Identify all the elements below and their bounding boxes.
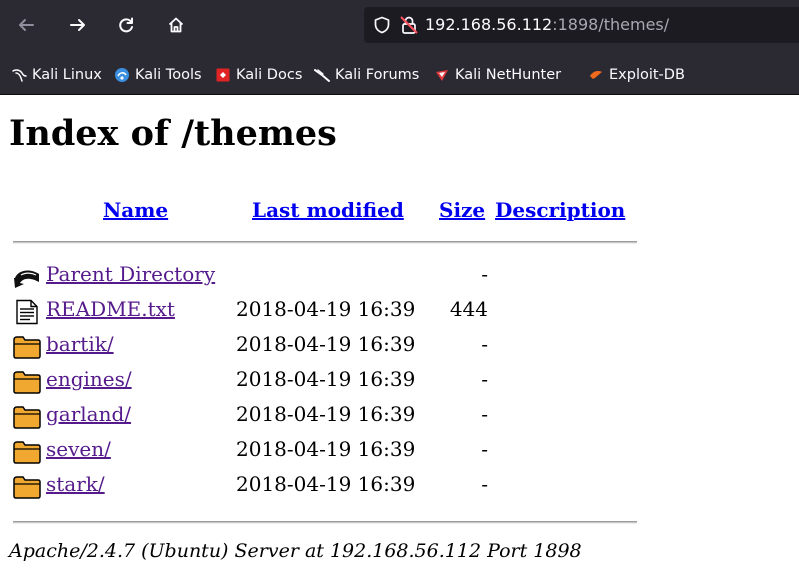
bookmark-kali-tools[interactable]: Kali Tools xyxy=(114,67,202,83)
bookmark-exploit-db[interactable]: Exploit-DB xyxy=(588,67,685,83)
reload-icon xyxy=(119,17,133,33)
bookmark-label: Kali Forums xyxy=(335,67,420,83)
back-button[interactable] xyxy=(11,10,41,40)
folder-icon xyxy=(13,476,41,499)
bookmark-kali-nethunter[interactable]: Kali NetHunter xyxy=(434,67,561,83)
entry-modified: 2018-04-19 16:39 xyxy=(236,437,416,461)
entry-modified: 2018-04-19 16:39 xyxy=(236,402,416,426)
column-header-size[interactable]: Size xyxy=(439,198,485,222)
kali-forums-icon xyxy=(314,69,330,82)
list-item: seven/ 2018-04-19 16:39 - xyxy=(12,437,572,467)
entry-link[interactable]: seven/ xyxy=(46,437,111,461)
folder-icon xyxy=(13,371,41,394)
list-item: engines/ 2018-04-19 16:39 - xyxy=(12,367,572,397)
list-item: garland/ 2018-04-19 16:39 - xyxy=(12,402,572,432)
reload-button[interactable] xyxy=(111,10,141,40)
home-icon xyxy=(168,17,184,33)
entry-modified: 2018-04-19 16:39 xyxy=(236,332,416,356)
url-bar[interactable]: 192.168.56.112:1898/themes/ xyxy=(364,7,799,43)
home-button[interactable] xyxy=(161,10,191,40)
entry-size: 444 xyxy=(449,297,488,321)
bookmarks-toolbar: Kali Linux Kali Tools Kali Docs Kali For… xyxy=(0,60,799,95)
bookmark-kali-docs[interactable]: Kali Docs xyxy=(215,67,302,83)
insecure-lock-icon[interactable] xyxy=(399,15,419,35)
browser-toolbar: 192.168.56.112:1898/themes/ xyxy=(0,0,799,60)
server-signature: Apache/2.4.7 (Ubuntu) Server at 192.168.… xyxy=(9,540,582,562)
folder-icon xyxy=(13,406,41,429)
page-title: Index of /themes xyxy=(9,113,337,154)
kali-tools-icon xyxy=(115,68,129,82)
bookmark-label: Exploit-DB xyxy=(609,67,685,83)
exploit-db-icon xyxy=(590,71,602,79)
entry-modified: 2018-04-19 16:39 xyxy=(236,367,416,391)
entry-link[interactable]: Parent Directory xyxy=(46,262,215,286)
entry-size: - xyxy=(481,332,488,356)
kali-dragon-icon xyxy=(12,69,27,82)
list-item: stark/ 2018-04-19 16:39 - xyxy=(12,472,572,502)
entry-size: - xyxy=(481,367,488,391)
entry-link[interactable]: engines/ xyxy=(46,367,132,391)
tracking-shield-icon[interactable] xyxy=(373,16,391,34)
forward-arrow-icon xyxy=(70,19,85,31)
forward-button[interactable] xyxy=(63,10,93,40)
column-header-description[interactable]: Description xyxy=(495,198,625,222)
entry-link[interactable]: README.txt xyxy=(46,297,175,321)
column-header-name[interactable]: Name xyxy=(103,198,168,222)
kali-nethunter-icon xyxy=(436,70,448,81)
bookmark-label: Kali Tools xyxy=(135,67,202,83)
bookmark-label: Kali Docs xyxy=(236,67,303,83)
list-item: Parent Directory - xyxy=(12,262,572,292)
list-item: bartik/ 2018-04-19 16:39 - xyxy=(12,332,572,362)
bottom-divider xyxy=(13,521,637,524)
folder-icon xyxy=(13,336,41,359)
back-arrow-icon xyxy=(19,19,34,31)
folder-icon xyxy=(13,441,41,464)
entry-link[interactable]: bartik/ xyxy=(46,332,114,356)
column-header-last-modified[interactable]: Last modified xyxy=(252,198,404,222)
entry-modified: 2018-04-19 16:39 xyxy=(236,472,416,496)
text-file-icon xyxy=(16,299,38,325)
bookmark-kali-forums[interactable]: Kali Forums xyxy=(314,67,419,83)
back-arrow-icon xyxy=(14,270,39,288)
kali-docs-icon xyxy=(216,68,230,82)
entry-size: - xyxy=(481,437,488,461)
bookmark-label: Kali NetHunter xyxy=(455,67,562,83)
entry-link[interactable]: stark/ xyxy=(46,472,105,496)
entry-modified: 2018-04-19 16:39 xyxy=(236,297,416,321)
top-divider xyxy=(13,241,637,244)
url-path: :1898/themes/ xyxy=(552,15,670,34)
url-text[interactable]: 192.168.56.112:1898/themes/ xyxy=(425,15,669,34)
entry-link[interactable]: garland/ xyxy=(46,402,131,426)
entry-size: - xyxy=(481,262,488,286)
list-item: README.txt 2018-04-19 16:39 444 xyxy=(12,297,572,327)
bookmark-label: Kali Linux xyxy=(32,67,102,83)
entry-size: - xyxy=(481,472,488,496)
url-host: 192.168.56.112 xyxy=(425,15,553,34)
bookmark-kali-linux[interactable]: Kali Linux xyxy=(11,67,102,83)
entry-size: - xyxy=(481,402,488,426)
